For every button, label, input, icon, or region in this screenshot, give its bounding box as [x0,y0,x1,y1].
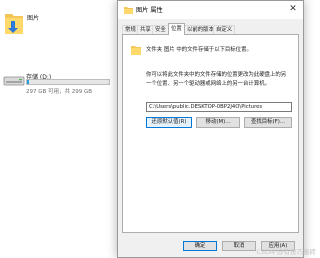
folder-icon [131,46,141,55]
tab-customize[interactable]: 自定义 [213,25,236,34]
folder-icon [124,7,133,14]
ok-button[interactable]: 确定 [183,241,217,251]
drive-usage-bar [26,79,110,85]
tab-strip: 常规 共享 安全 位置 以前的版本 自定义 [122,23,300,35]
drive-free-text: 297 GB 可用，共 299 GB [26,89,93,95]
dialog-title: 图片 属性 [136,7,163,14]
location-summary: 文件夹 图片 中的文件存储于以下目标位置。 [146,47,252,53]
move-button[interactable]: 移动(M)... [196,117,240,128]
pictures-folder-icon[interactable] [4,10,24,36]
drive-usage-fill [27,80,29,84]
location-description: 你可以将此文件夹中的文件存储的位置更改为此硬盘上的另一个位置、另一个驱动器或网络… [146,72,287,87]
restore-default-button[interactable]: 还原默认值(R) [146,117,192,128]
tab-security[interactable]: 安全 [152,25,169,34]
watermark: CSDN @有技巧搬砖 [256,248,316,256]
find-target-button[interactable]: 查找目标(F)... [244,117,292,128]
dialog-titlebar[interactable]: 图片 属性 ✕ [118,1,303,19]
drive-icon[interactable] [3,73,25,87]
tab-location[interactable]: 位置 [168,23,185,35]
path-input[interactable] [146,102,292,112]
location-panel: 文件夹 图片 中的文件存储于以下目标位置。 你可以将此文件夹中的文件存储的位置更… [122,34,299,233]
close-button[interactable]: ✕ [285,2,301,17]
properties-dialog: 图片 属性 ✕ 常规 共享 安全 位置 以前的版本 自定义 文件夹 图片 中的文… [117,0,304,258]
folder-label[interactable]: 图片 [27,13,39,22]
cancel-button[interactable]: 取消 [222,241,256,251]
